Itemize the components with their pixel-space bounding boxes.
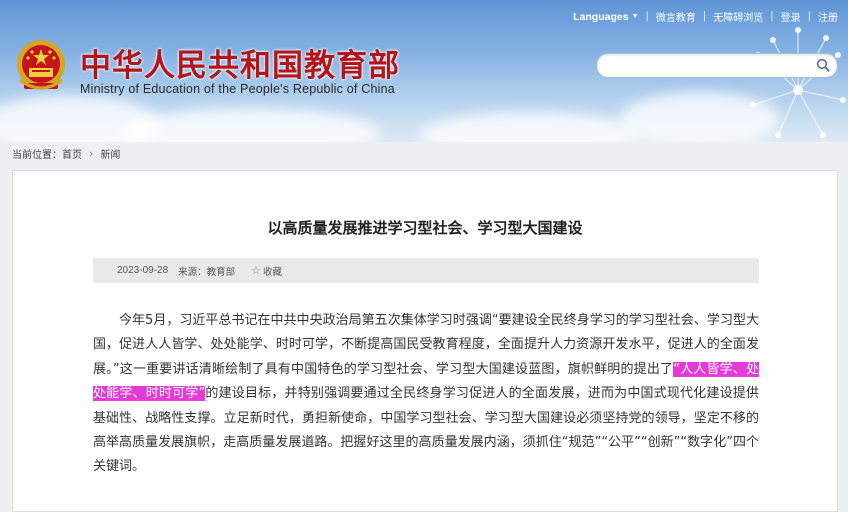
article-date: 2023-09-28 — [117, 265, 169, 276]
article-meta-bar: 2023-09-28 来源：教育部 ☆ 收藏 — [93, 258, 759, 283]
article-card: 以高质量发展推进学习型社会、学习型大国建设 2023-09-28 来源：教育部 … — [12, 170, 838, 512]
accessibility-link[interactable]: 无障碍浏览 — [713, 9, 763, 24]
article-source: 来源：教育部 — [178, 266, 236, 278]
favorite-button[interactable]: ☆ 收藏 — [251, 264, 282, 278]
languages-dropdown[interactable]: Languages ▼ — [573, 11, 638, 23]
search-box — [596, 53, 838, 78]
star-icon: ☆ — [251, 264, 262, 277]
article-body: 今年5月，习近平总书记在中共中央政治局第五次集体学习时强调“要建设全民终身学习的… — [93, 309, 759, 480]
login-link[interactable]: 登录 — [781, 9, 801, 24]
national-emblem-icon — [17, 40, 65, 90]
nav-separator: | — [702, 11, 707, 22]
site-subtitle: Ministry of Education of the People's Re… — [80, 82, 395, 96]
cloud-decoration — [120, 108, 380, 142]
caret-down-icon: ▼ — [631, 13, 639, 20]
favorite-label: 收藏 — [263, 266, 283, 278]
breadcrumb-news-link[interactable]: 新闻 — [100, 146, 120, 161]
chevron-right-icon: › — [89, 147, 94, 160]
weibo-link[interactable]: 微言教育 — [656, 9, 696, 24]
languages-label: Languages — [573, 10, 629, 23]
breadcrumb-home-link[interactable]: 首页 — [62, 146, 82, 161]
article-body-text: 今年5月，习近平总书记在中共中央政治局第五次集体学习时强调“要建设全民终身学习的… — [93, 313, 759, 377]
nav-separator: | — [770, 11, 774, 22]
register-link[interactable]: 注册 — [818, 9, 838, 24]
nav-separator: | — [807, 11, 811, 22]
breadcrumb: 当前位置： 首页 › 新闻 — [12, 146, 120, 161]
search-input[interactable] — [607, 57, 811, 75]
search-icon[interactable] — [816, 58, 830, 72]
site-title: 中华人民共和国教育部 — [80, 48, 400, 84]
nav-separator: | — [645, 11, 649, 22]
top-navigation: Languages ▼ | 微言教育 | 无障碍浏览 | 登录 | 注册 — [573, 9, 838, 25]
article-title: 以高质量发展推进学习型社会、学习型大国建设 — [267, 219, 583, 237]
breadcrumb-current-location-label: 当前位置： — [12, 150, 62, 161]
site-header: 中华人民共和国教育部 Ministry of Education of the … — [0, 0, 848, 142]
cloud-decoration — [420, 112, 640, 142]
